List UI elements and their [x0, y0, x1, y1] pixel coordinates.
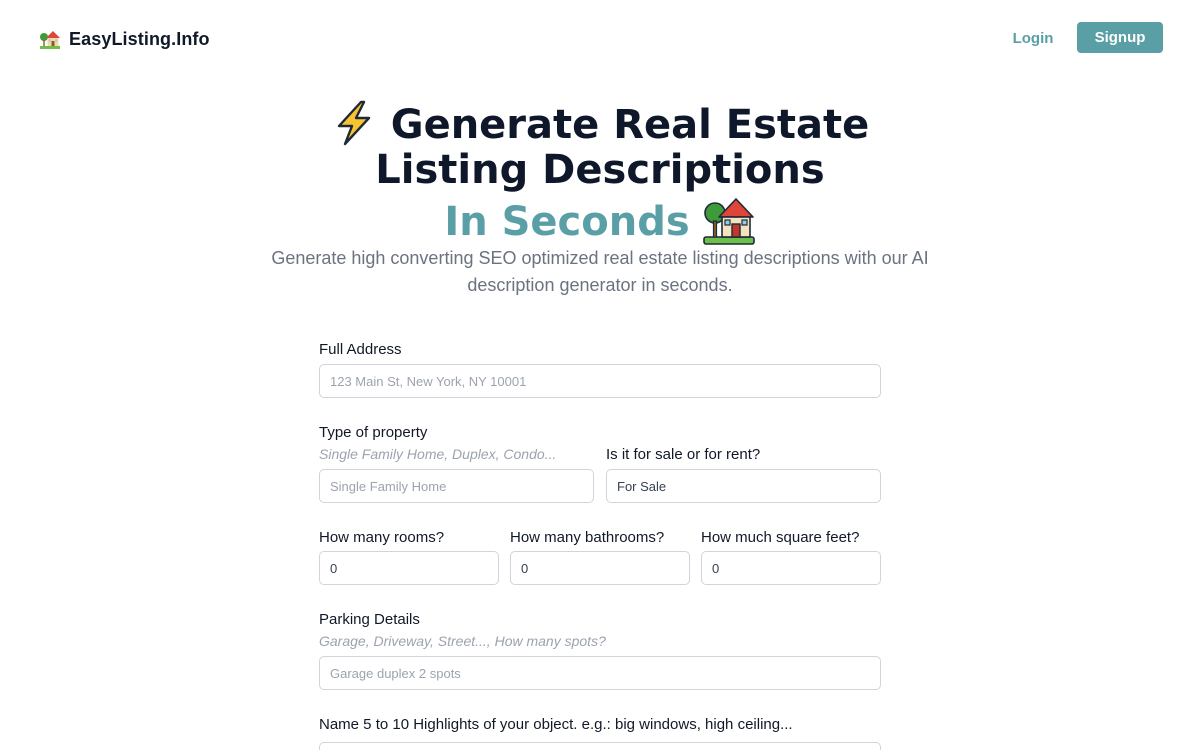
highlights-input[interactable]	[319, 742, 881, 750]
hero-title-line-3: In Seconds	[0, 193, 1200, 247]
brand-logo[interactable]: EasyListing.Info	[38, 27, 210, 51]
brand-name: EasyListing.Info	[69, 28, 210, 49]
signup-button[interactable]: Signup	[1077, 22, 1163, 53]
sale-rent-label: Is it for sale or for rent?	[606, 446, 761, 463]
hero-title-line-2: Listing Descriptions	[375, 147, 825, 193]
bathrooms-input[interactable]	[510, 551, 690, 585]
property-type-hint: Single Family Home, Duplex, Condo...	[319, 446, 557, 462]
rooms-input[interactable]	[319, 551, 499, 585]
house-with-garden-icon	[40, 31, 60, 49]
highlights-label: Name 5 to 10 Highlights of your object. …	[319, 716, 793, 733]
hero-subtitle: Generate high converting SEO optimized r…	[271, 248, 929, 295]
house-with-garden-icon	[702, 198, 755, 245]
hero-title-line-1: Generate Real Estate	[0, 100, 1200, 148]
lightning-icon	[337, 100, 370, 146]
property-type-label: Type of property	[319, 424, 428, 441]
sqft-input[interactable]	[701, 551, 881, 585]
hero-title: Generate Real Estate Listing Description…	[0, 100, 1200, 247]
hero-title-accent: In Seconds	[444, 199, 690, 245]
login-link[interactable]: Login	[1000, 26, 1066, 52]
rooms-label: How many rooms?	[319, 529, 445, 546]
parking-label: Parking Details	[319, 611, 420, 628]
bathrooms-label: How many bathrooms?	[510, 529, 665, 546]
hero-title-text-1: Generate Real Estate	[390, 102, 870, 148]
sale-rent-input[interactable]	[606, 469, 881, 503]
address-input[interactable]	[319, 364, 881, 398]
address-label: Full Address	[319, 341, 402, 358]
sqft-label: How much square feet?	[701, 529, 860, 546]
parking-hint: Garage, Driveway, Street..., How many sp…	[319, 633, 606, 649]
property-type-input[interactable]	[319, 469, 594, 503]
parking-input[interactable]	[319, 656, 881, 690]
site-header: EasyListing.Info Login Signup	[0, 0, 1200, 78]
